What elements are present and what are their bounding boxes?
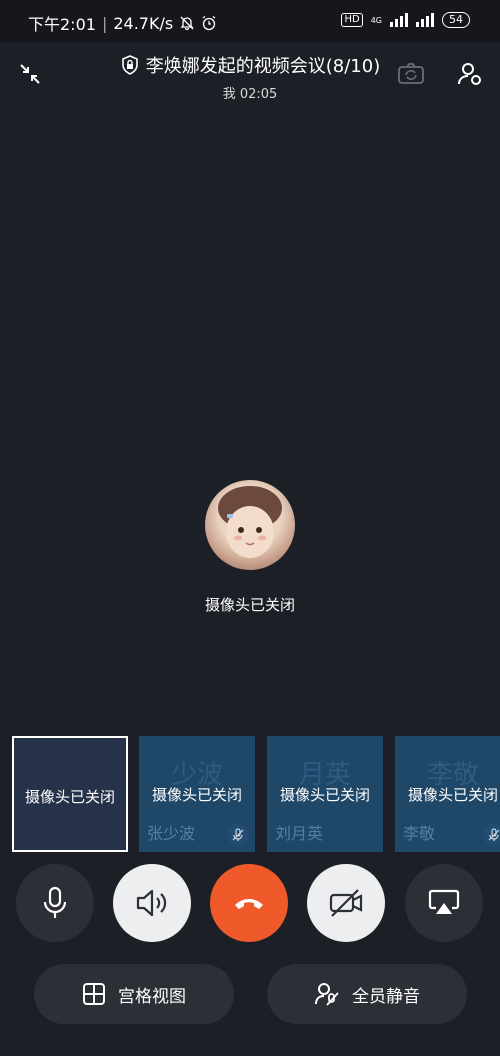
signal-icon-2: [416, 13, 434, 27]
bell-off-icon: [180, 16, 194, 31]
screen-cast-icon: [428, 889, 460, 914]
tile-status: 摄像头已关闭: [279, 786, 370, 804]
child-portrait-icon: [218, 486, 282, 558]
tile-status: 摄像头已关闭: [24, 788, 115, 806]
status-bar: 下午2:01 | 24.7K/s HD 4G 54: [0, 0, 500, 42]
mic-muted-icon: [227, 824, 249, 846]
camera-toggle-button[interactable]: [307, 864, 385, 942]
microphone-icon: [43, 886, 67, 918]
hang-up-button[interactable]: [210, 864, 288, 942]
meeting-header: 李焕娜发起的视频会议(8/10) 我 02:05: [0, 44, 500, 104]
grid-view-label: 宫格视图: [118, 986, 186, 1007]
mute-all-button[interactable]: 全员静音: [267, 964, 467, 1024]
hd-badge: HD: [341, 13, 363, 27]
member-management-button[interactable]: [452, 56, 488, 92]
host-avatar: [205, 480, 295, 570]
camera-off-icon: [329, 889, 363, 917]
speaker-icon: [136, 889, 167, 917]
signal-icon: [390, 13, 408, 27]
grid-icon: [83, 983, 105, 1005]
mute-all-label: 全员静音: [352, 986, 420, 1007]
participant-strip[interactable]: 摄像头已关闭 少波 摄像头已关闭 张少波 月英 摄像头已关闭 刘月英 李敬 摄像…: [12, 736, 500, 854]
participant-tile[interactable]: 月英 摄像头已关闭 刘月英: [267, 736, 383, 852]
tile-name: 李敬: [403, 824, 436, 843]
participant-tile[interactable]: 李敬 摄像头已关闭 李敬: [395, 736, 500, 852]
lock-shield-icon: [121, 55, 138, 75]
participant-tile[interactable]: 少波 摄像头已关闭 张少波: [139, 736, 255, 852]
switch-camera-icon: [398, 63, 424, 84]
network-type: 4G: [370, 15, 382, 25]
microphone-button[interactable]: [16, 864, 94, 942]
speaker-button[interactable]: [113, 864, 191, 942]
tile-status: 摄像头已关闭: [151, 786, 242, 804]
mic-muted-icon: [483, 824, 500, 846]
meeting-title-text: 李焕娜发起的视频会议(8/10): [145, 56, 381, 77]
call-controls: [0, 864, 500, 944]
alarm-icon: [202, 15, 216, 31]
tile-name: 刘月英: [275, 824, 324, 843]
tile-status: 摄像头已关闭: [407, 786, 498, 804]
switch-camera-button[interactable]: [393, 56, 429, 92]
camera-off-label: 摄像头已关闭: [204, 596, 295, 614]
status-net-speed: 24.7K/s: [113, 13, 174, 33]
grid-view-button[interactable]: 宫格视图: [34, 964, 234, 1024]
tile-name: 张少波: [147, 824, 196, 843]
screen-share-button[interactable]: [405, 864, 483, 942]
meeting-title: 李焕娜发起的视频会议(8/10): [120, 52, 380, 78]
participant-tile-self[interactable]: 摄像头已关闭: [12, 736, 128, 852]
mute-all-icon: [315, 983, 339, 1006]
battery-indicator: 54: [442, 12, 470, 28]
hang-up-icon: [235, 899, 263, 909]
status-time: 下午2:01: [28, 15, 96, 34]
user-settings-icon: [458, 63, 481, 85]
